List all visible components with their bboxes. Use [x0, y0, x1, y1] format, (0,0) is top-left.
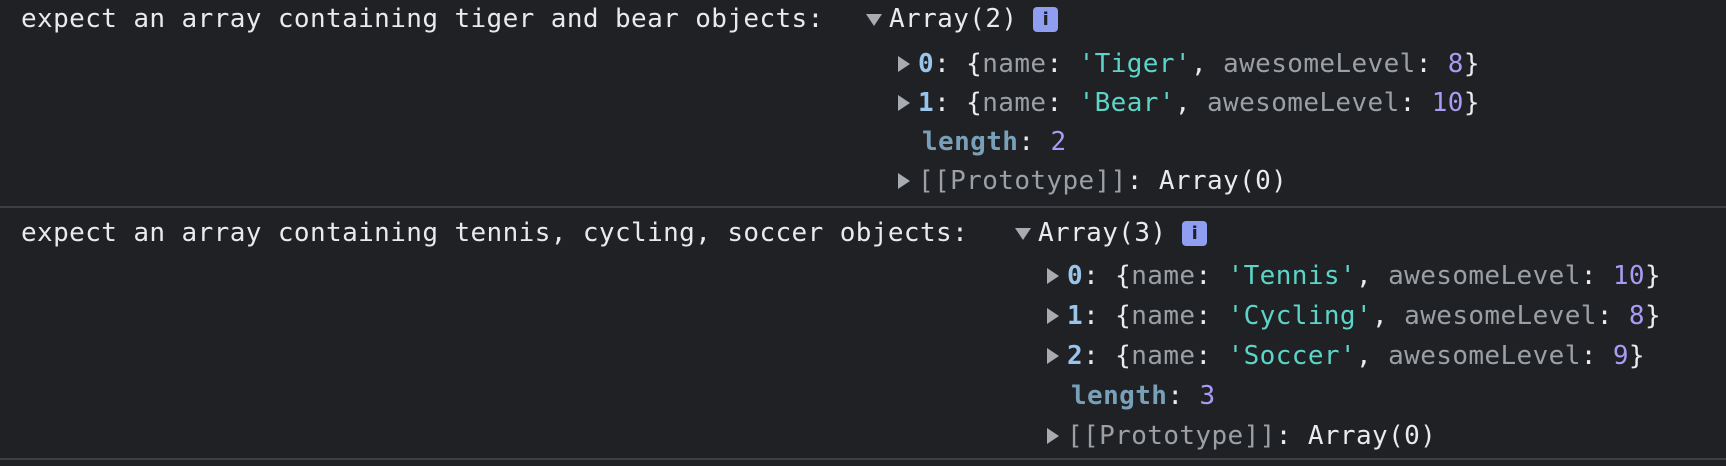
console-message: expect an array containing tiger and bea…	[0, 0, 1726, 208]
item-name-value: 'Tiger'	[1078, 49, 1191, 79]
item-level-value: 10	[1612, 261, 1645, 291]
console-panel: expect an array containing tiger and bea…	[0, 0, 1726, 466]
item-name-value: 'Cycling'	[1227, 301, 1373, 331]
array-summary-toggle[interactable]: Array(3) i	[1015, 218, 1208, 248]
array-item-row[interactable]: 1: {name: 'Bear', awesomeLevel: 10}	[898, 85, 1480, 121]
array-item-row[interactable]: 0: {name: 'Tennis', awesomeLevel: 10}	[1047, 258, 1661, 294]
console-message: expect an array containing tennis, cycli…	[0, 208, 1726, 460]
length-row: length: 2	[922, 127, 1067, 157]
item-index: 0	[1067, 261, 1084, 291]
info-icon[interactable]: i	[1182, 220, 1208, 246]
collapsed-triangle-icon	[1047, 348, 1059, 364]
prototype-row[interactable]: [[Prototype]]: Array(0)	[1047, 418, 1436, 454]
length-row: length: 3	[1071, 381, 1216, 411]
item-name-value: 'Tennis'	[1227, 261, 1356, 291]
array-label: Array(3)	[1038, 218, 1167, 248]
log-text: expect an array containing tennis, cycli…	[21, 218, 969, 248]
expanded-triangle-icon	[866, 14, 882, 26]
collapsed-triangle-icon	[1047, 268, 1059, 284]
prototype-row[interactable]: [[Prototype]]: Array(0)	[898, 163, 1287, 199]
item-index: 1	[1067, 301, 1084, 331]
array-label: Array(2)	[889, 4, 1018, 34]
item-index: 0	[918, 49, 935, 79]
item-level-value: 10	[1431, 88, 1464, 118]
length-value: 3	[1199, 381, 1216, 411]
array-summary-toggle[interactable]: Array(2) i	[866, 4, 1059, 34]
item-index: 2	[1067, 341, 1084, 371]
log-text: expect an array containing tiger and bea…	[21, 4, 824, 34]
collapsed-triangle-icon	[1047, 308, 1059, 324]
item-name-value: 'Soccer'	[1227, 341, 1356, 371]
item-level-value: 9	[1612, 341, 1629, 371]
array-item-row[interactable]: 2: {name: 'Soccer', awesomeLevel: 9}	[1047, 338, 1645, 374]
length-key: length	[1071, 381, 1168, 411]
length-value: 2	[1050, 127, 1067, 157]
expanded-triangle-icon	[1015, 228, 1031, 240]
length-key: length	[922, 127, 1019, 157]
array-item-row[interactable]: 1: {name: 'Cycling', awesomeLevel: 8}	[1047, 298, 1661, 334]
prototype-key: [[Prototype]]	[918, 166, 1127, 196]
prototype-key: [[Prototype]]	[1067, 421, 1276, 451]
collapsed-triangle-icon	[898, 56, 910, 72]
item-level-value: 8	[1628, 301, 1645, 331]
collapsed-triangle-icon	[898, 95, 910, 111]
item-level-value: 8	[1447, 49, 1464, 79]
array-item-row[interactable]: 0: {name: 'Tiger', awesomeLevel: 8}	[898, 46, 1480, 82]
collapsed-triangle-icon	[1047, 428, 1059, 444]
prototype-value: Array(0)	[1158, 166, 1288, 196]
item-name-value: 'Bear'	[1078, 88, 1175, 118]
info-icon[interactable]: i	[1033, 6, 1059, 32]
item-index: 1	[918, 88, 935, 118]
prototype-value: Array(0)	[1307, 421, 1437, 451]
collapsed-triangle-icon	[898, 173, 910, 189]
